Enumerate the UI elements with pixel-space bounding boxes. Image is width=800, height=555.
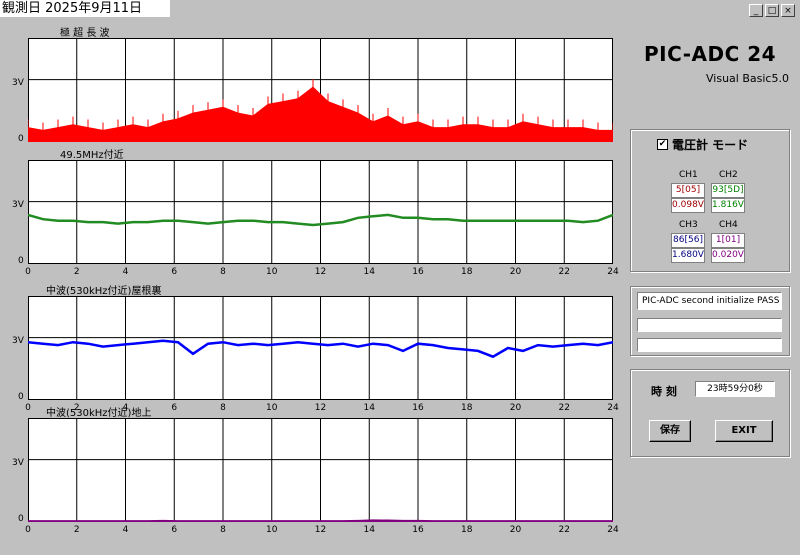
x-tick-label: 10 [266,403,278,413]
x-tick-label: 0 [25,525,31,535]
x-tick-label: 12 [314,267,327,277]
voltage-mode-toggle[interactable]: ✔ 電圧計 モード [657,136,748,153]
x-tick-label: 8 [220,403,226,413]
y-axis-zero: 0 [18,514,24,524]
chart-title: 極 超 長 波 [60,28,110,39]
plot-area [28,418,613,522]
y-axis-label: 3V [12,336,24,346]
voltage-mode-panel: ✔ 電圧計 モード CH1 5[05] 0.098V CH2 93[5D] 1.816V C… [630,129,790,272]
plot-area [28,296,613,400]
x-tick-label: 14 [363,267,375,277]
y-axis-label: 3V [12,200,24,210]
x-tick-label: 2 [73,267,80,277]
minimize-button[interactable]: _ [749,4,763,17]
channel-raw-value: 1[01] [711,233,745,248]
x-tick-label: 2 [73,525,80,535]
channel-name: CH1 [679,170,698,180]
x-tick-label: 6 [171,267,178,277]
channel-voltage: 1.680V [671,248,705,263]
plot-area [28,38,613,142]
maximize-button[interactable]: □ [765,4,779,17]
close-button[interactable]: × [781,4,795,17]
x-tick-label: 8 [220,267,226,277]
channel-voltage: 1.816V [711,198,745,213]
x-tick-label: 20 [509,403,522,413]
channel-name: CH4 [719,220,738,230]
clock-panel: 時 刻 23時59分0秒 保存 EXIT [630,369,790,457]
x-tick-label: 18 [461,267,473,277]
clock-value: 23時59分0秒 [695,381,775,397]
series-line [28,519,613,522]
plot-area [28,160,613,264]
app-subtitle: Visual Basic5.0 [706,72,789,85]
x-tick-label: 22 [558,403,570,413]
x-tick-label: 12 [314,403,327,413]
x-tick-label: 6 [171,403,178,413]
x-tick-label: 18 [461,403,473,413]
x-tick-label: 12 [314,525,327,535]
x-tick-label: 8 [220,525,226,535]
clock-label: 時 刻 [651,385,677,398]
status-line [637,318,782,332]
x-tick-label: 16 [412,525,424,535]
x-tick-label: 16 [412,267,424,277]
x-tick-label: 16 [412,403,424,413]
channel-raw-value: 86[56] [671,233,705,248]
x-tick-label: 20 [509,525,522,535]
x-tick-label: 14 [363,403,375,413]
x-tick-label: 4 [122,525,129,535]
status-panel: PIC-ADC second initialize PASS [630,286,790,356]
x-tick-label: 0 [25,403,31,413]
y-axis-label: 3V [12,78,24,88]
y-axis-zero: 0 [18,134,24,144]
y-axis-zero: 0 [18,392,24,402]
channel-voltage: 0.020V [711,248,745,263]
x-tick-label: 6 [171,525,178,535]
save-button[interactable]: 保存 [649,420,691,442]
x-tick-label: 0 [25,267,31,277]
status-line [637,338,782,352]
y-axis-zero: 0 [18,256,24,266]
chart-title: 中波(530kHz付近)地上 [46,408,152,419]
status-line: PIC-ADC second initialize PASS [637,292,782,310]
x-tick-label: 14 [363,525,375,535]
x-tick-label: 22 [558,267,570,277]
channel-name: CH3 [679,220,698,230]
channel-raw-value: 93[5D] [711,183,745,198]
channel-name: CH2 [719,170,738,180]
x-tick-label: 4 [122,267,129,277]
channel-raw-value: 5[05] [671,183,705,198]
window-title: 観測日 2025年9月11日 [0,0,170,17]
x-tick-label: 18 [461,525,473,535]
chart-title: 49.5MHz付近 [60,150,124,161]
x-tick-label: 22 [558,525,570,535]
voltage-mode-label: 電圧計 モード [672,138,749,152]
chart-title: 中波(530kHz付近)屋根裏 [46,286,162,297]
checkbox-icon[interactable]: ✔ [657,139,668,150]
app-logo: PIC-ADC 24 [644,42,777,66]
x-tick-label: 24 [607,403,619,413]
x-tick-label: 24 [607,267,619,277]
x-tick-label: 10 [266,525,278,535]
y-axis-label: 3V [12,458,24,468]
channel-voltage: 0.098V [671,198,705,213]
x-tick-label: 20 [509,267,522,277]
x-tick-label: 24 [607,525,619,535]
x-tick-label: 10 [266,267,278,277]
exit-button[interactable]: EXIT [715,420,773,442]
